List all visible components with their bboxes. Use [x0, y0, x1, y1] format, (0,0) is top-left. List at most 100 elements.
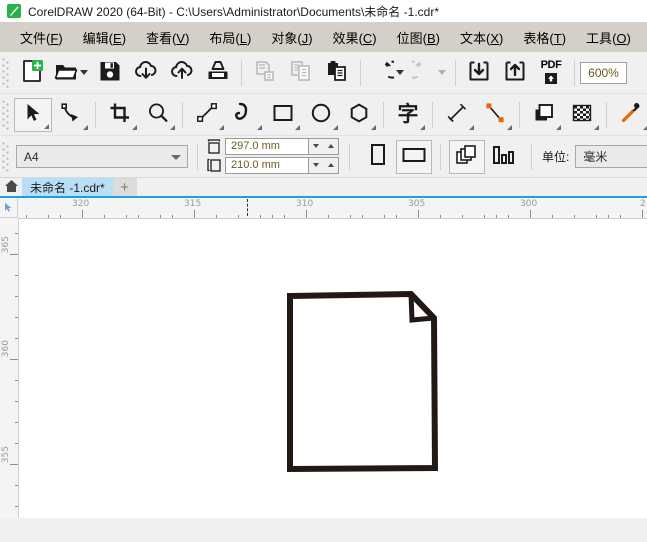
- export-pdf-button[interactable]: PDF: [533, 56, 569, 90]
- menu-bitmap[interactable]: 位图(B): [387, 25, 450, 50]
- print-button[interactable]: [200, 56, 236, 90]
- redo-arrow-icon: [404, 59, 436, 86]
- menu-view[interactable]: 查看(V): [136, 25, 199, 50]
- redo-dropdown-caret[interactable]: [438, 70, 446, 75]
- orientation-portrait-button[interactable]: [360, 140, 396, 174]
- add-page-tab-button[interactable]: +: [112, 178, 137, 196]
- page-height-row: 210.0 mm: [207, 156, 339, 174]
- tool-drop-shadow[interactable]: [525, 98, 563, 132]
- horizontal-ruler[interactable]: 320 315 310 305 300 2: [0, 198, 647, 219]
- tool-rectangle[interactable]: [264, 98, 302, 132]
- page-height-stepper[interactable]: [309, 156, 339, 174]
- menu-text[interactable]: 文本(X): [450, 25, 513, 50]
- open-document-button[interactable]: [50, 56, 92, 90]
- tool-freehand[interactable]: [188, 98, 226, 132]
- export-cloud-button[interactable]: [164, 56, 200, 90]
- undo-button[interactable]: [366, 56, 408, 90]
- tool-connector[interactable]: [476, 98, 514, 132]
- tool-artistic-media[interactable]: [226, 98, 264, 132]
- tool-pick[interactable]: [14, 97, 52, 132]
- tool-color-eyedropper[interactable]: [612, 98, 647, 132]
- plus-icon: +: [120, 178, 130, 196]
- hruler-tick-minor: [328, 215, 329, 218]
- page-width-input[interactable]: 297.0 mm: [225, 137, 309, 155]
- menu-effects[interactable]: 效果(C): [323, 25, 387, 50]
- page-height-input[interactable]: 210.0 mm: [225, 156, 309, 174]
- freehand-tool-flyout-arrow[interactable]: [219, 124, 224, 130]
- menu-edit[interactable]: 编辑(E): [73, 25, 136, 50]
- cut-button[interactable]: [247, 56, 283, 90]
- property-bar-gripper[interactable]: [2, 141, 11, 172]
- toolbar-gripper[interactable]: [2, 57, 11, 88]
- rectangle-tool-flyout-arrow[interactable]: [295, 124, 300, 130]
- drawing-canvas[interactable]: [19, 219, 647, 518]
- tool-zoom[interactable]: [139, 98, 177, 132]
- undo-dropdown-caret[interactable]: [396, 70, 404, 75]
- toolbox-gripper[interactable]: [2, 99, 11, 130]
- page-width-value: 297.0 mm: [231, 140, 280, 152]
- tool-shape[interactable]: [52, 98, 90, 132]
- dimension-tool-flyout-arrow[interactable]: [469, 124, 474, 130]
- hruler-tick-minor: [620, 215, 621, 218]
- redo-button[interactable]: [404, 56, 450, 90]
- tool-text[interactable]: 字: [389, 98, 427, 132]
- drop-shadow-tool-flyout-arrow[interactable]: [556, 124, 561, 130]
- copy-button[interactable]: [283, 56, 319, 90]
- tool-ellipse[interactable]: [302, 98, 340, 132]
- text-tool-flyout-arrow[interactable]: [420, 124, 425, 130]
- page-width-stepper[interactable]: [309, 137, 339, 155]
- zoom-tool-flyout-arrow[interactable]: [170, 124, 175, 130]
- paste-button[interactable]: [319, 56, 355, 90]
- home-tab-button[interactable]: [0, 178, 22, 196]
- orientation-landscape-button[interactable]: [396, 139, 432, 174]
- export-button[interactable]: [497, 56, 533, 90]
- eyedropper-tool-flyout-arrow[interactable]: [643, 124, 647, 130]
- connector-tool-flyout-arrow[interactable]: [507, 124, 512, 130]
- page-size-select[interactable]: A4: [16, 145, 188, 168]
- hruler-tick-major: [642, 210, 643, 218]
- import-button[interactable]: [461, 56, 497, 90]
- all-pages-button[interactable]: [449, 139, 485, 174]
- menu-file[interactable]: 文件(F): [10, 25, 73, 50]
- tool-transparency[interactable]: [563, 98, 601, 132]
- ellipse-tool-flyout-arrow[interactable]: [333, 124, 338, 130]
- polygon-tool-flyout-arrow[interactable]: [371, 124, 376, 130]
- document-tab-bar: 未命名 -1.cdr* +: [0, 178, 647, 198]
- new-document-button[interactable]: [14, 56, 50, 90]
- page-width-down-arrow-icon[interactable]: [313, 144, 320, 148]
- hruler-tick-minor: [396, 215, 397, 218]
- shape-tool-icon: [60, 102, 82, 127]
- tool-crop[interactable]: [101, 98, 139, 132]
- artistic-media-tool-icon: [234, 102, 256, 127]
- pick-tool-flyout-arrow[interactable]: [44, 123, 49, 129]
- page-width-up-arrow-icon[interactable]: [327, 144, 334, 148]
- unit-select[interactable]: 毫米: [575, 145, 647, 168]
- page-height-up-arrow-icon[interactable]: [327, 163, 334, 167]
- menu-layout[interactable]: 布局(L): [199, 25, 261, 50]
- tool-dimension[interactable]: [438, 98, 476, 132]
- shape-tool-flyout-arrow[interactable]: [83, 124, 88, 130]
- current-page-button[interactable]: [485, 140, 521, 174]
- hruler-label-300: 300: [520, 199, 538, 209]
- document-tab-active[interactable]: 未命名 -1.cdr*: [22, 178, 113, 196]
- save-button[interactable]: [92, 56, 128, 90]
- vertical-ruler[interactable]: 365 360 355: [0, 218, 19, 518]
- zoom-level-input[interactable]: 600%: [580, 61, 627, 84]
- tool-polygon[interactable]: [340, 98, 378, 132]
- menu-object[interactable]: 对象(J): [261, 25, 322, 50]
- ruler-origin-button[interactable]: [0, 198, 18, 218]
- toolbox-separator-3: [383, 101, 384, 128]
- hruler-tick-minor: [384, 215, 385, 218]
- cloud-download-icon: [133, 59, 159, 86]
- menu-tools[interactable]: 工具(O): [576, 25, 641, 50]
- page-with-folded-corner-shape: [287, 290, 439, 473]
- artistic-media-tool-flyout-arrow[interactable]: [257, 124, 262, 130]
- import-cloud-button[interactable]: [128, 56, 164, 90]
- page-height-down-arrow-icon[interactable]: [313, 163, 320, 167]
- menu-table[interactable]: 表格(T): [513, 25, 576, 50]
- open-dropdown-caret[interactable]: [80, 70, 88, 75]
- transparency-tool-flyout-arrow[interactable]: [594, 124, 599, 130]
- crop-tool-flyout-arrow[interactable]: [132, 124, 137, 130]
- hruler-tick-minor: [440, 215, 441, 218]
- pick-tool-icon: [22, 102, 44, 127]
